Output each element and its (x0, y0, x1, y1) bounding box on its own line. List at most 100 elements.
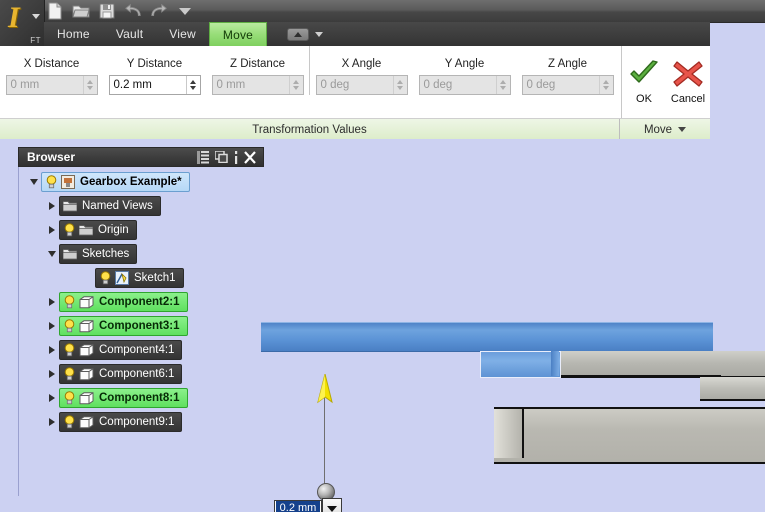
graphics-viewport[interactable]: 0.2 mm Browser Gearbox Example* Named Vi… (0, 139, 765, 512)
tree-node[interactable]: Sketches (19, 244, 264, 264)
collapse-arrow-icon[interactable] (45, 251, 59, 257)
unselected-part-bar-2[interactable] (700, 377, 765, 401)
spinner-up-icon[interactable] (500, 80, 506, 84)
more-options-icon[interactable] (234, 150, 238, 164)
save-icon[interactable] (98, 2, 116, 20)
application-window: I FT Home Vault View Move X Distance 0 m… (0, 0, 765, 512)
expand-arrow-icon[interactable] (45, 346, 59, 354)
spinner-up-icon[interactable] (190, 80, 196, 84)
new-icon[interactable] (46, 2, 64, 20)
z-distance-spinner[interactable] (288, 76, 303, 94)
tree-node-origin[interactable]: Origin (59, 220, 137, 240)
manipulator-dropdown-button[interactable] (322, 498, 342, 512)
lightbulb-icon[interactable] (63, 391, 76, 405)
tree-node[interactable]: Origin (19, 220, 264, 240)
x-distance-field[interactable]: 0 mm (5, 75, 98, 95)
manipulator-value-input[interactable]: 0.2 mm (274, 500, 322, 512)
browser-panel: Browser Gearbox Example* Named Views Ori… (18, 147, 264, 496)
tree-node-component8-1[interactable]: Component8:1 (59, 388, 188, 408)
lightbulb-icon[interactable] (63, 367, 76, 381)
unselected-part-bar-1[interactable] (559, 351, 765, 378)
tree-node-label: Gearbox Example* (80, 176, 182, 188)
tree-node-sketches[interactable]: Sketches (59, 244, 138, 264)
minimize-ribbon-icon[interactable] (287, 27, 310, 41)
application-menu-button[interactable]: I FT (0, 0, 45, 46)
chevron-down-icon[interactable] (315, 31, 324, 37)
tree-node-component6-1[interactable]: Component6:1 (59, 364, 183, 384)
tree-node-component9-1[interactable]: Component9:1 (59, 412, 183, 432)
expand-arrow-icon[interactable] (45, 202, 59, 210)
z-angle-field[interactable]: 0 deg (521, 75, 614, 95)
tree-node[interactable]: Sketch1 (19, 268, 264, 288)
selected-part-bar-1[interactable] (261, 322, 713, 352)
selected-part-bar-2[interactable] (480, 351, 561, 378)
tree-node[interactable]: Gearbox Example* (19, 172, 264, 192)
tree-node[interactable]: Component3:1 (19, 316, 264, 336)
lightbulb-icon[interactable] (63, 343, 76, 357)
tree-node[interactable]: Component8:1 (19, 388, 264, 408)
y-angle-field[interactable]: 0 deg (418, 75, 511, 95)
collapse-arrow-icon[interactable] (27, 179, 41, 185)
tree-node-gearbox-example[interactable]: Gearbox Example* (41, 172, 190, 192)
z-angle-spinner[interactable] (598, 76, 613, 94)
spinner-down-icon[interactable] (603, 86, 609, 90)
lightbulb-icon[interactable] (99, 271, 112, 285)
tree-node[interactable]: Component4:1 (19, 340, 264, 360)
spinner-up-icon[interactable] (603, 80, 609, 84)
spinner-up-icon[interactable] (293, 80, 299, 84)
tree-node-sketch1[interactable]: Sketch1 (95, 268, 184, 288)
panel-menu-button[interactable]: Move (619, 119, 710, 140)
tree-node-component4-1[interactable]: Component4:1 (59, 340, 183, 360)
tab-home[interactable]: Home (44, 22, 103, 46)
tab-vault[interactable]: Vault (103, 22, 156, 46)
spinner-up-icon[interactable] (397, 80, 403, 84)
tree-node[interactable]: Component2:1 (19, 292, 264, 312)
tree-node-component3-1[interactable]: Component3:1 (59, 316, 188, 336)
expand-arrow-icon[interactable] (45, 226, 59, 234)
tree-node-named-views[interactable]: Named Views (59, 196, 161, 216)
expand-arrow-icon[interactable] (45, 370, 59, 378)
tree-node-component2-1[interactable]: Component2:1 (59, 292, 188, 312)
spinner-down-icon[interactable] (293, 86, 299, 90)
y-distance-field[interactable]: 0.2 mm (108, 75, 201, 95)
close-icon[interactable] (244, 150, 256, 164)
tree-node[interactable]: Component6:1 (19, 364, 264, 384)
cascade-windows-icon[interactable] (215, 151, 228, 163)
part-icon (79, 295, 94, 308)
lightbulb-icon[interactable] (63, 415, 76, 429)
expand-arrow-icon[interactable] (45, 418, 59, 426)
lightbulb-icon[interactable] (63, 319, 76, 333)
redo-icon[interactable] (150, 2, 168, 20)
spinner-down-icon[interactable] (500, 86, 506, 90)
expand-arrow-icon[interactable] (45, 298, 59, 306)
expand-arrow-icon[interactable] (45, 394, 59, 402)
x-angle-label: X Angle (341, 58, 382, 70)
x-angle-spinner[interactable] (392, 76, 407, 94)
tree-node[interactable]: Component9:1 (19, 412, 264, 432)
filter-icon[interactable] (197, 150, 209, 164)
spinner-down-icon[interactable] (87, 86, 93, 90)
cancel-button[interactable]: Cancel (667, 59, 709, 105)
expand-arrow-icon[interactable] (45, 322, 59, 330)
spinner-up-icon[interactable] (87, 80, 93, 84)
x-distance-spinner[interactable] (82, 76, 97, 94)
lightbulb-icon[interactable] (45, 175, 58, 189)
lightbulb-icon[interactable] (63, 223, 76, 237)
z-distance-field[interactable]: 0 mm (211, 75, 304, 95)
undo-icon[interactable] (124, 2, 142, 20)
chevron-down-icon[interactable] (32, 14, 40, 19)
unselected-part-bar-3[interactable] (494, 407, 765, 464)
spinner-down-icon[interactable] (190, 86, 196, 90)
open-icon[interactable] (72, 2, 90, 20)
spinner-down-icon[interactable] (397, 86, 403, 90)
lightbulb-icon[interactable] (63, 295, 76, 309)
y-distance-spinner[interactable] (185, 76, 200, 94)
manipulator-arrow-icon[interactable] (316, 374, 334, 404)
y-angle-spinner[interactable] (495, 76, 510, 94)
customize-quick-access-icon[interactable] (176, 2, 194, 20)
ok-button[interactable]: OK (623, 59, 665, 105)
tab-move[interactable]: Move (208, 22, 268, 46)
tab-view[interactable]: View (156, 22, 209, 46)
x-angle-field[interactable]: 0 deg (315, 75, 408, 95)
tree-node[interactable]: Named Views (19, 196, 264, 216)
